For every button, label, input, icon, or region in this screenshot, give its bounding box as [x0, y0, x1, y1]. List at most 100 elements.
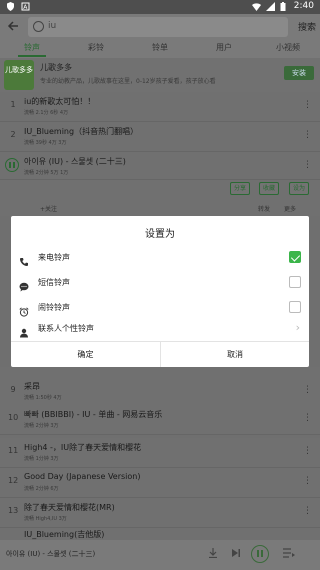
option-contact-ringtone[interactable]: 联系人个性铃声 › — [11, 316, 309, 341]
option-label: 来电铃声 — [38, 253, 70, 262]
option-label: 联系人个性铃声 — [38, 324, 94, 333]
follow-button[interactable]: +关注 — [40, 204, 57, 213]
more-icon[interactable]: ⋮ — [303, 506, 312, 516]
shield-icon — [6, 2, 15, 11]
more-icon[interactable]: ⋮ — [303, 130, 312, 140]
more-icon[interactable]: ⋮ — [303, 385, 312, 395]
list-item-title: 采昂 — [24, 382, 40, 391]
list-item-title: High4 -，IU除了春天爱情和樱花 — [24, 443, 142, 452]
wifi-icon — [251, 2, 261, 11]
tab-ringtone-list[interactable]: 铃单 — [128, 40, 192, 58]
phone-icon — [19, 252, 29, 266]
list-item[interactable]: 12 Good Day (Japanese Version) 流畅 2分钟 6万… — [0, 468, 320, 498]
list-item-title: 除了春天爱情和樱花(MR) — [24, 503, 115, 512]
list-item-title: Good Day (Japanese Version) — [24, 472, 141, 481]
list-item-playing[interactable]: 아이유 (IU) - 스물셋 (二十三) 流畅 2分钟 5万 1万 ⋮ — [0, 152, 320, 180]
list-item[interactable]: 13 除了春天爱情和樱花(MR) 流畅 High4,IU 3万 ⋮ — [0, 498, 320, 528]
set-as-button[interactable]: 设为 — [289, 182, 310, 195]
forward-link[interactable]: 转发 — [258, 204, 270, 213]
ad-description: 专业的幼教产品，儿歌故事在这里，0-12岁孩子爱看，孩子放心看 — [40, 78, 216, 85]
search-query: iu — [48, 21, 57, 31]
contact-icon — [19, 323, 29, 338]
pause-icon[interactable] — [5, 158, 19, 172]
list-item-title: IU_Blueming（抖音热门翻唱） — [24, 127, 139, 136]
option-label: 短信铃声 — [38, 278, 70, 287]
list-item[interactable]: 10 빠빠 (BBIBBI) - IU - 单曲 - 网易云音乐 流畅 2分钟 … — [0, 405, 320, 435]
ad-title: 儿歌多多 — [40, 63, 72, 72]
option-call-ringtone[interactable]: 来电铃声 — [11, 245, 309, 270]
checkbox-alarm-ringtone[interactable] — [289, 301, 301, 313]
more-icon[interactable]: ⋮ — [303, 446, 312, 456]
chevron-right-icon: › — [295, 321, 300, 334]
confirm-button[interactable]: 确定 — [11, 342, 160, 368]
tab-bar: 铃声 彩铃 铃单 用户 小视频 — [0, 40, 320, 58]
list-item[interactable]: 2 IU_Blueming（抖音热门翻唱） 流畅 39秒 4万 3万 ⋮ — [0, 122, 320, 152]
alarm-icon — [19, 302, 29, 317]
list-item-title: 빠빠 (BBIBBI) - IU - 单曲 - 网易云音乐 — [24, 410, 163, 419]
tab-short-video[interactable]: 小视频 — [256, 40, 320, 58]
list-item[interactable]: IU_Blueming(吉他版) — [0, 528, 320, 540]
list-item[interactable]: 11 High4 -，IU除了春天爱情和樱花 流畅 1分钟 3万 ⋮ — [0, 438, 320, 468]
search-input[interactable]: iu — [28, 17, 288, 37]
list-item-index: 12 — [8, 476, 19, 485]
player-pause-icon[interactable] — [251, 545, 269, 563]
search-icon — [33, 21, 44, 32]
list-peek-row: +关注 转发 更多 — [0, 198, 320, 216]
list-item-index: 10 — [8, 413, 19, 422]
checkbox-call-ringtone[interactable] — [289, 251, 301, 263]
checkbox-sms-ringtone[interactable] — [289, 276, 301, 288]
skip-icon[interactable] — [231, 548, 241, 561]
notification-icon: A — [21, 2, 30, 11]
download-icon[interactable] — [208, 548, 218, 561]
tab-color-ring[interactable]: 彩铃 — [64, 40, 128, 58]
list-item-meta: 流畅 High4,IU 3万 — [24, 516, 67, 522]
share-button[interactable]: 分享 — [230, 182, 251, 195]
back-arrow-icon[interactable] — [6, 19, 20, 33]
dialog-title: 设置为 — [145, 229, 175, 240]
tab-ringtone[interactable]: 铃声 — [0, 40, 64, 58]
more-icon[interactable]: ⋮ — [303, 476, 312, 486]
list-item[interactable]: 9 采昂 流畅 1:50秒 4万 ⋮ — [0, 377, 320, 407]
list-item-partial — [0, 367, 320, 377]
cancel-button[interactable]: 取消 — [160, 342, 309, 368]
list-item-title: iu的新歌太可怕！！ — [24, 97, 96, 106]
option-sms-ringtone[interactable]: 短信铃声 — [11, 270, 309, 295]
list-item-title: 아이유 (IU) - 스물셋 (二十三) — [24, 157, 126, 166]
dialog-footer: 确定 取消 — [11, 341, 309, 368]
list-item-meta: 流畅 1:50秒 4万 — [24, 395, 62, 401]
list-item-meta: 流畅 2分钟 6万 — [24, 486, 59, 492]
list-item-index: 1 — [10, 100, 16, 109]
search-button[interactable]: 搜索 — [298, 20, 316, 33]
song-actions: 分享 收藏 设为 — [0, 180, 320, 198]
more-link[interactable]: 更多 — [284, 204, 296, 213]
message-icon — [19, 277, 29, 292]
search-bar: iu 搜索 — [0, 14, 320, 40]
list-item[interactable]: 1 iu的新歌太可怕！！ 流畅 2.1分 6秒 4万 ⋮ — [0, 92, 320, 122]
ad-banner[interactable]: 儿歌多多 儿歌多多 专业的幼教产品，儿歌故事在这里，0-12岁孩子爱看，孩子放心… — [0, 58, 320, 92]
signal-icon — [265, 1, 275, 11]
more-icon[interactable]: ⋮ — [303, 160, 312, 170]
more-icon[interactable]: ⋮ — [303, 100, 312, 110]
ad-logo: 儿歌多多 — [4, 60, 34, 90]
status-bar: A 2:40 — [0, 0, 320, 14]
list-item-index: 2 — [10, 130, 16, 139]
list-item-index: 9 — [10, 385, 16, 394]
list-item-meta: 流畅 1分钟 3万 — [24, 456, 59, 462]
favorite-button[interactable]: 收藏 — [259, 182, 280, 195]
set-as-dialog: 设置为 来电铃声 短信铃声 闹铃铃声 联系人个性铃声 › 确定 取消 — [11, 216, 309, 368]
option-label: 闹铃铃声 — [38, 303, 70, 312]
list-item-title: IU_Blueming(吉他版) — [24, 530, 105, 539]
mini-player[interactable]: 아이유 (IU) - 스물셋 (二十三) — [0, 540, 320, 570]
list-item-meta: 流畅 2分钟 3万 — [24, 423, 59, 429]
more-icon[interactable]: ⋮ — [303, 413, 312, 423]
playlist-icon[interactable] — [283, 548, 295, 561]
battery-icon — [280, 1, 289, 11]
ad-install-button[interactable]: 安装 — [284, 66, 314, 80]
now-playing-title: 아이유 (IU) - 스물셋 (二十三) — [6, 550, 96, 558]
list-item-index: 11 — [8, 446, 19, 455]
clock: 2:40 — [293, 1, 314, 11]
list-item-index: 13 — [8, 506, 19, 515]
list-item-meta: 流畅 39秒 4万 3万 — [24, 140, 67, 146]
list-item-meta: 流畅 2.1分 6秒 4万 — [24, 110, 69, 116]
tab-users[interactable]: 用户 — [192, 40, 256, 58]
